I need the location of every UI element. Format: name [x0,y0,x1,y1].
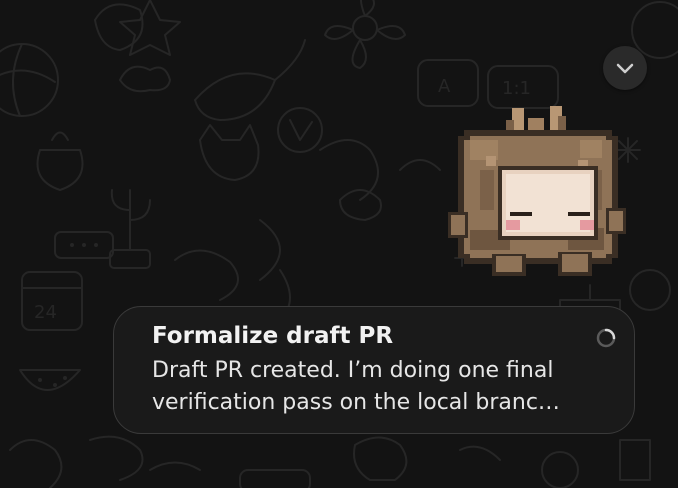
notification-title: Formalize draft PR [152,323,394,349]
pixel-creature-sticker [448,106,626,276]
notification-bubble[interactable]: Formalize draft PR Draft PR created. I’m… [113,306,635,434]
svg-text:1:1: 1:1 [502,78,531,99]
svg-text:A: A [438,76,451,97]
scroll-down-button[interactable] [603,46,647,90]
chevron-down-icon [616,63,634,74]
loading-spinner-icon [596,328,616,348]
svg-text:24: 24 [34,302,57,323]
notification-body: Draft PR created. I’m doing one final ve… [152,358,560,415]
